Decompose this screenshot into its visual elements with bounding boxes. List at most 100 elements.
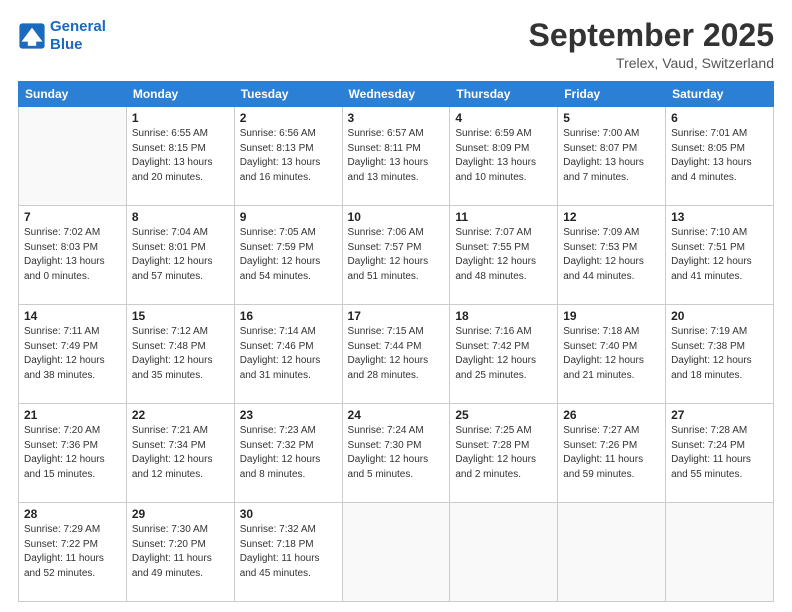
- calendar-cell: 21 Sunrise: 7:20 AMSunset: 7:36 PMDayligh…: [19, 404, 127, 503]
- day-number: 25: [455, 408, 552, 422]
- calendar-cell: 20 Sunrise: 7:19 AMSunset: 7:38 PMDayligh…: [666, 305, 774, 404]
- week-row-1: 1 Sunrise: 6:55 AMSunset: 8:15 PMDaylight…: [19, 107, 774, 206]
- day-number: 15: [132, 309, 229, 323]
- day-number: 2: [240, 111, 337, 125]
- day-info: Sunrise: 7:12 AMSunset: 7:48 PMDaylight:…: [132, 325, 229, 383]
- calendar-cell: 19 Sunrise: 7:18 AMSunset: 7:40 PMDayligh…: [558, 305, 666, 404]
- calendar-cell: 9Sunrise: 7:05 AMSunset: 7:59 PMDaylight…: [234, 206, 342, 305]
- day-number: 19: [563, 309, 660, 323]
- calendar-cell: 12Sunrise: 7:09 AMSunset: 7:53 PMDayligh…: [558, 206, 666, 305]
- day-info: Sunrise: 7:01 AMSunset: 8:05 PMDaylight:…: [671, 127, 768, 185]
- day-number: 13: [671, 210, 768, 224]
- day-number: 10: [348, 210, 445, 224]
- calendar-cell: [450, 503, 558, 602]
- day-info: Sunrise: 7:19 AMSunset: 7:38 PMDaylight:…: [671, 325, 768, 383]
- day-number: 14: [24, 309, 121, 323]
- day-info: Sunrise: 7:23 AMSunset: 7:32 PMDaylight:…: [240, 424, 337, 482]
- month-title: September 2025: [529, 18, 774, 53]
- calendar-cell: 11Sunrise: 7:07 AMSunset: 7:55 PMDayligh…: [450, 206, 558, 305]
- logo: General Blue: [18, 18, 106, 54]
- week-row-4: 21 Sunrise: 7:20 AMSunset: 7:36 PMDayligh…: [19, 404, 774, 503]
- week-row-2: 7Sunrise: 7:02 AMSunset: 8:03 PMDaylight…: [19, 206, 774, 305]
- day-info: Sunrise: 7:15 AMSunset: 7:44 PMDaylight:…: [348, 325, 445, 383]
- logo-text: General Blue: [50, 18, 106, 54]
- calendar-cell: 3 Sunrise: 6:57 AMSunset: 8:11 PMDaylight…: [342, 107, 450, 206]
- day-number: 8: [132, 210, 229, 224]
- calendar-cell: 1 Sunrise: 6:55 AMSunset: 8:15 PMDaylight…: [126, 107, 234, 206]
- title-block: September 2025 Trelex, Vaud, Switzerland: [529, 18, 774, 71]
- day-info: Sunrise: 7:00 AMSunset: 8:07 PMDaylight:…: [563, 127, 660, 185]
- calendar-cell: 4Sunrise: 6:59 AMSunset: 8:09 PMDaylight…: [450, 107, 558, 206]
- calendar-cell: [342, 503, 450, 602]
- calendar-cell: 14 Sunrise: 7:11 AMSunset: 7:49 PMDayligh…: [19, 305, 127, 404]
- weekday-header-saturday: Saturday: [666, 82, 774, 107]
- calendar-cell: 25 Sunrise: 7:25 AMSunset: 7:28 PMDayligh…: [450, 404, 558, 503]
- weekday-header-monday: Monday: [126, 82, 234, 107]
- day-number: 6: [671, 111, 768, 125]
- day-number: 16: [240, 309, 337, 323]
- calendar-cell: 5 Sunrise: 7:00 AMSunset: 8:07 PMDaylight…: [558, 107, 666, 206]
- calendar-cell: [19, 107, 127, 206]
- calendar-cell: 10 Sunrise: 7:06 AMSunset: 7:57 PMDayligh…: [342, 206, 450, 305]
- week-row-5: 28 Sunrise: 7:29 AMSunset: 7:22 PMDayligh…: [19, 503, 774, 602]
- calendar-cell: 29Sunrise: 7:30 AMSunset: 7:20 PMDayligh…: [126, 503, 234, 602]
- calendar-cell: 6 Sunrise: 7:01 AMSunset: 8:05 PMDaylight…: [666, 107, 774, 206]
- day-number: 22: [132, 408, 229, 422]
- calendar-table: SundayMondayTuesdayWednesdayThursdayFrid…: [18, 81, 774, 602]
- day-info: Sunrise: 7:27 AMSunset: 7:26 PMDaylight:…: [563, 424, 660, 482]
- calendar-cell: 8 Sunrise: 7:04 AMSunset: 8:01 PMDaylight…: [126, 206, 234, 305]
- calendar-cell: 27Sunrise: 7:28 AMSunset: 7:24 PMDayligh…: [666, 404, 774, 503]
- calendar-cell: 18Sunrise: 7:16 AMSunset: 7:42 PMDayligh…: [450, 305, 558, 404]
- calendar-cell: 16 Sunrise: 7:14 AMSunset: 7:46 PMDayligh…: [234, 305, 342, 404]
- calendar-cell: [558, 503, 666, 602]
- calendar-cell: 28 Sunrise: 7:29 AMSunset: 7:22 PMDayligh…: [19, 503, 127, 602]
- day-info: Sunrise: 7:20 AMSunset: 7:36 PMDaylight:…: [24, 424, 121, 482]
- day-info: Sunrise: 7:02 AMSunset: 8:03 PMDaylight:…: [24, 226, 121, 284]
- day-number: 30: [240, 507, 337, 521]
- day-number: 24: [348, 408, 445, 422]
- day-info: Sunrise: 7:28 AMSunset: 7:24 PMDaylight:…: [671, 424, 768, 482]
- day-info: Sunrise: 6:57 AMSunset: 8:11 PMDaylight:…: [348, 127, 445, 185]
- day-info: Sunrise: 7:14 AMSunset: 7:46 PMDaylight:…: [240, 325, 337, 383]
- day-number: 1: [132, 111, 229, 125]
- calendar-page: General Blue September 2025 Trelex, Vaud…: [0, 0, 792, 612]
- calendar-header: SundayMondayTuesdayWednesdayThursdayFrid…: [19, 82, 774, 107]
- day-number: 4: [455, 111, 552, 125]
- weekday-header-friday: Friday: [558, 82, 666, 107]
- day-info: Sunrise: 7:09 AMSunset: 7:53 PMDaylight:…: [563, 226, 660, 284]
- day-info: Sunrise: 7:05 AMSunset: 7:59 PMDaylight:…: [240, 226, 337, 284]
- weekday-header-sunday: Sunday: [19, 82, 127, 107]
- day-number: 28: [24, 507, 121, 521]
- weekday-header-thursday: Thursday: [450, 82, 558, 107]
- calendar-cell: 13 Sunrise: 7:10 AMSunset: 7:51 PMDayligh…: [666, 206, 774, 305]
- day-info: Sunrise: 7:04 AMSunset: 8:01 PMDaylight:…: [132, 226, 229, 284]
- day-info: Sunrise: 7:16 AMSunset: 7:42 PMDaylight:…: [455, 325, 552, 383]
- weekday-header-wednesday: Wednesday: [342, 82, 450, 107]
- day-info: Sunrise: 7:11 AMSunset: 7:49 PMDaylight:…: [24, 325, 121, 383]
- day-info: Sunrise: 7:24 AMSunset: 7:30 PMDaylight:…: [348, 424, 445, 482]
- day-info: Sunrise: 7:32 AMSunset: 7:18 PMDaylight:…: [240, 523, 337, 581]
- calendar-cell: 23 Sunrise: 7:23 AMSunset: 7:32 PMDayligh…: [234, 404, 342, 503]
- day-number: 21: [24, 408, 121, 422]
- weekday-row: SundayMondayTuesdayWednesdayThursdayFrid…: [19, 82, 774, 107]
- day-number: 20: [671, 309, 768, 323]
- weekday-header-tuesday: Tuesday: [234, 82, 342, 107]
- calendar-body: 1 Sunrise: 6:55 AMSunset: 8:15 PMDaylight…: [19, 107, 774, 602]
- calendar-cell: [666, 503, 774, 602]
- day-info: Sunrise: 7:21 AMSunset: 7:34 PMDaylight:…: [132, 424, 229, 482]
- logo-icon: [18, 22, 46, 50]
- day-info: Sunrise: 7:10 AMSunset: 7:51 PMDaylight:…: [671, 226, 768, 284]
- day-number: 11: [455, 210, 552, 224]
- day-info: Sunrise: 7:18 AMSunset: 7:40 PMDaylight:…: [563, 325, 660, 383]
- location: Trelex, Vaud, Switzerland: [529, 55, 774, 71]
- calendar-cell: 22 Sunrise: 7:21 AMSunset: 7:34 PMDayligh…: [126, 404, 234, 503]
- day-info: Sunrise: 6:55 AMSunset: 8:15 PMDaylight:…: [132, 127, 229, 185]
- day-info: Sunrise: 7:25 AMSunset: 7:28 PMDaylight:…: [455, 424, 552, 482]
- day-info: Sunrise: 7:06 AMSunset: 7:57 PMDaylight:…: [348, 226, 445, 284]
- day-number: 3: [348, 111, 445, 125]
- day-number: 5: [563, 111, 660, 125]
- day-info: Sunrise: 7:29 AMSunset: 7:22 PMDaylight:…: [24, 523, 121, 581]
- day-number: 23: [240, 408, 337, 422]
- calendar-cell: 15 Sunrise: 7:12 AMSunset: 7:48 PMDayligh…: [126, 305, 234, 404]
- week-row-3: 14 Sunrise: 7:11 AMSunset: 7:49 PMDayligh…: [19, 305, 774, 404]
